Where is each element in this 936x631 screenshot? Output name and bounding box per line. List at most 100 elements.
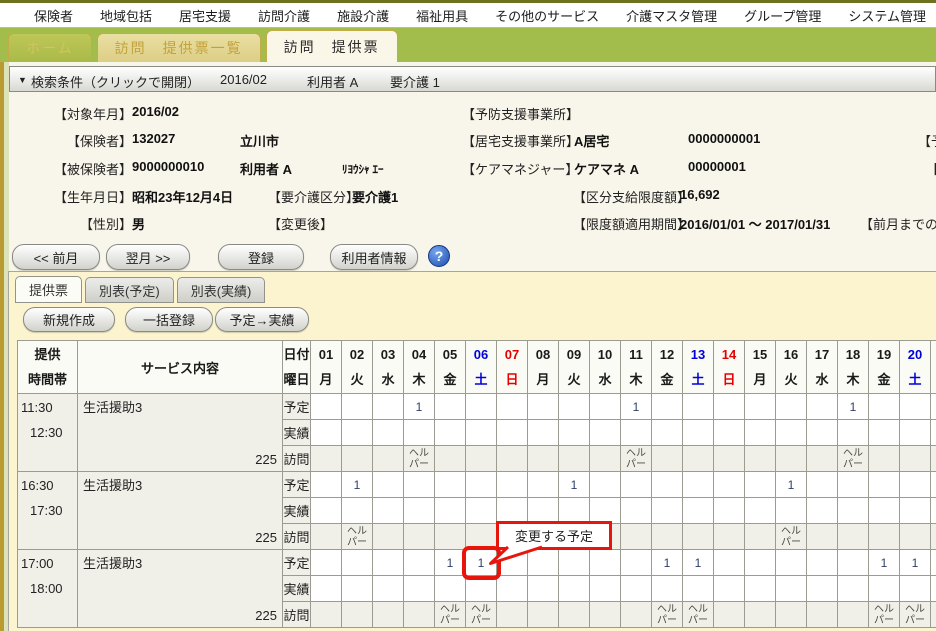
plan-cell[interactable]: [745, 472, 776, 498]
actual-cell[interactable]: [869, 420, 900, 446]
plan-cell[interactable]: [528, 472, 559, 498]
plan-cell[interactable]: [838, 550, 869, 576]
plan-cell[interactable]: [683, 472, 714, 498]
actual-cell[interactable]: [776, 420, 807, 446]
actual-cell[interactable]: [590, 498, 621, 524]
plan-cell[interactable]: [404, 550, 435, 576]
actual-cell[interactable]: [342, 498, 373, 524]
plan-cell[interactable]: [869, 472, 900, 498]
actual-cell[interactable]: [559, 576, 590, 602]
plan-cell[interactable]: [807, 550, 838, 576]
actual-cell[interactable]: [590, 420, 621, 446]
plan-cell[interactable]: [838, 472, 869, 498]
actual-cell[interactable]: [497, 420, 528, 446]
menu-item[interactable]: 福祉用具: [416, 6, 468, 25]
plan-cell[interactable]: [342, 550, 373, 576]
menu-item[interactable]: 地域包括: [100, 6, 152, 25]
plan-cell[interactable]: [714, 394, 745, 420]
plan-cell[interactable]: [311, 550, 342, 576]
action-button[interactable]: 予定→実績: [215, 307, 309, 332]
actual-cell[interactable]: [838, 576, 869, 602]
actual-cell[interactable]: [590, 576, 621, 602]
plan-cell[interactable]: [559, 550, 590, 576]
user-info-button[interactable]: 利用者情報: [330, 244, 418, 270]
plan-cell[interactable]: [900, 472, 931, 498]
plan-cell[interactable]: [497, 550, 528, 576]
register-button[interactable]: 登録: [218, 244, 304, 270]
actual-cell[interactable]: [311, 498, 342, 524]
plan-cell[interactable]: [528, 394, 559, 420]
plan-cell[interactable]: 1: [404, 394, 435, 420]
tab-visit-sheet-list[interactable]: 訪問 提供票一覧: [97, 33, 261, 62]
actual-cell[interactable]: [683, 498, 714, 524]
plan-cell[interactable]: 1: [342, 472, 373, 498]
plan-cell[interactable]: [311, 394, 342, 420]
actual-cell[interactable]: [807, 576, 838, 602]
menu-item[interactable]: グループ管理: [744, 6, 821, 25]
actual-cell[interactable]: [900, 576, 931, 602]
actual-cell[interactable]: [435, 420, 466, 446]
actual-cell[interactable]: [404, 420, 435, 446]
actual-cell[interactable]: [652, 498, 683, 524]
actual-cell[interactable]: [931, 420, 936, 446]
subtab-inactive[interactable]: 別表(実績): [177, 277, 266, 303]
plan-cell[interactable]: [621, 550, 652, 576]
actual-cell[interactable]: [900, 498, 931, 524]
plan-cell[interactable]: [931, 550, 936, 576]
actual-cell[interactable]: [497, 498, 528, 524]
actual-cell[interactable]: [714, 420, 745, 446]
actual-cell[interactable]: [342, 576, 373, 602]
actual-cell[interactable]: [807, 498, 838, 524]
tab-home[interactable]: ホーム: [8, 33, 92, 62]
actual-cell[interactable]: [931, 498, 936, 524]
plan-cell[interactable]: [931, 472, 936, 498]
actual-cell[interactable]: [652, 576, 683, 602]
actual-cell[interactable]: [714, 498, 745, 524]
actual-cell[interactable]: [621, 498, 652, 524]
menu-item[interactable]: 保険者: [34, 6, 73, 25]
plan-cell[interactable]: [745, 394, 776, 420]
menu-item[interactable]: システム管理: [848, 6, 926, 25]
action-button[interactable]: 新規作成: [23, 307, 115, 332]
plan-cell[interactable]: [373, 472, 404, 498]
plan-cell[interactable]: [714, 550, 745, 576]
plan-cell[interactable]: [342, 394, 373, 420]
actual-cell[interactable]: [745, 498, 776, 524]
plan-cell[interactable]: 1: [869, 550, 900, 576]
actual-cell[interactable]: [311, 420, 342, 446]
actual-cell[interactable]: [652, 420, 683, 446]
actual-cell[interactable]: [528, 420, 559, 446]
plan-cell[interactable]: [807, 394, 838, 420]
plan-cell[interactable]: [435, 472, 466, 498]
actual-cell[interactable]: [745, 576, 776, 602]
actual-cell[interactable]: [807, 420, 838, 446]
plan-cell[interactable]: [931, 394, 936, 420]
search-condition-toggle[interactable]: 検索条件（クリックで開閉）: [31, 72, 200, 91]
actual-cell[interactable]: [745, 420, 776, 446]
actual-cell[interactable]: [342, 420, 373, 446]
actual-cell[interactable]: [869, 576, 900, 602]
actual-cell[interactable]: [621, 420, 652, 446]
menu-item[interactable]: その他のサービス: [495, 6, 599, 25]
actual-cell[interactable]: [435, 576, 466, 602]
actual-cell[interactable]: [714, 576, 745, 602]
actual-cell[interactable]: [497, 576, 528, 602]
plan-cell[interactable]: [404, 472, 435, 498]
plan-cell[interactable]: [590, 394, 621, 420]
plan-cell[interactable]: [466, 394, 497, 420]
action-button[interactable]: 一括登録: [125, 307, 213, 332]
plan-cell[interactable]: [497, 394, 528, 420]
subtab-inactive[interactable]: 別表(予定): [85, 277, 174, 303]
plan-cell[interactable]: [528, 550, 559, 576]
plan-cell[interactable]: [714, 472, 745, 498]
actual-cell[interactable]: [404, 498, 435, 524]
plan-cell[interactable]: [869, 394, 900, 420]
actual-cell[interactable]: [900, 420, 931, 446]
plan-cell[interactable]: 1: [621, 394, 652, 420]
subtab-active[interactable]: 提供票: [15, 276, 82, 303]
menu-item[interactable]: 訪問介護: [258, 6, 310, 25]
plan-cell[interactable]: [497, 472, 528, 498]
plan-cell[interactable]: 1: [776, 472, 807, 498]
plan-cell[interactable]: 1: [652, 550, 683, 576]
actual-cell[interactable]: [776, 576, 807, 602]
